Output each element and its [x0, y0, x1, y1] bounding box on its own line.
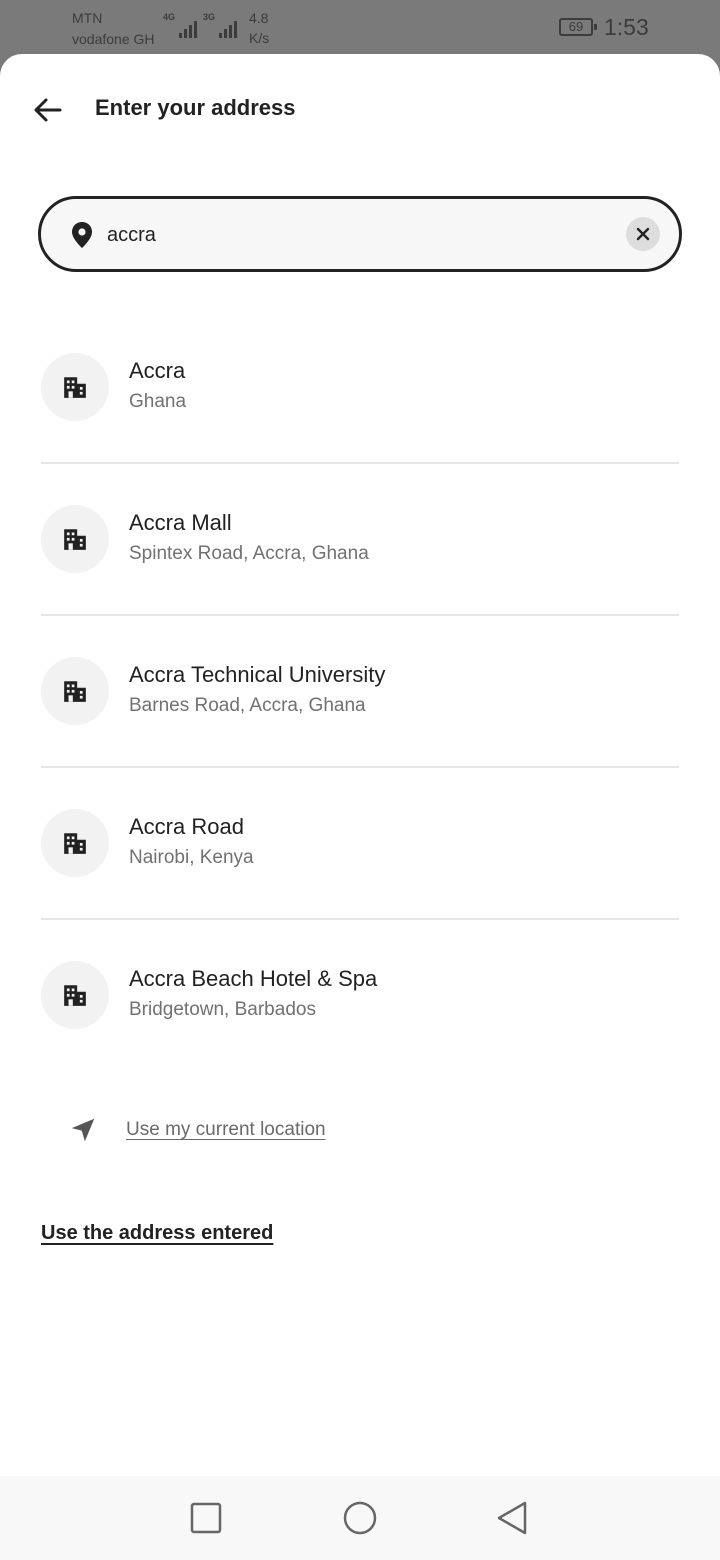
building-icon — [64, 681, 86, 702]
result-name: Accra Mall — [129, 510, 232, 535]
result-item[interactable]: Accra Beach Hotel & Spa Bridgetown, Barb… — [41, 940, 679, 1092]
back-button[interactable] — [30, 92, 66, 128]
search-results-list: Accra Ghana Accra Mall Spintex Road, Acc… — [41, 332, 679, 1092]
result-icon-circle — [41, 809, 109, 877]
home-button[interactable] — [342, 1500, 378, 1536]
result-icon-circle — [41, 961, 109, 1029]
result-icon-circle — [41, 505, 109, 573]
status-bar: MTN vodafone GH 4G 3G 4.8 K/s 69 1:53 — [0, 0, 720, 54]
result-detail: Barnes Road, Accra, Ghana — [129, 695, 366, 716]
recents-button[interactable] — [188, 1500, 224, 1536]
navigation-arrow-icon — [66, 1113, 100, 1147]
system-back-button[interactable] — [494, 1500, 530, 1536]
result-icon-circle — [41, 353, 109, 421]
use-current-location-label: Use my current location — [126, 1119, 326, 1140]
use-current-location-button[interactable]: Use my current location — [66, 1110, 326, 1150]
square-icon — [190, 1502, 222, 1534]
building-icon — [64, 377, 86, 398]
network-speed-value: 4.8 — [249, 10, 269, 26]
building-icon — [64, 529, 86, 550]
triangle-back-icon — [497, 1501, 527, 1535]
result-detail: Ghana — [129, 391, 187, 412]
system-nav-bar — [0, 1476, 720, 1560]
result-name: Accra Beach Hotel & Spa — [129, 966, 378, 991]
result-detail: Bridgetown, Barbados — [129, 999, 316, 1020]
result-name: Accra — [129, 358, 186, 383]
result-item[interactable]: Accra Technical University Barnes Road, … — [41, 636, 679, 788]
result-item[interactable]: Accra Mall Spintex Road, Accra, Ghana — [41, 484, 679, 636]
use-address-entered-link[interactable]: Use the address entered — [41, 1222, 273, 1245]
result-name: Accra Road — [129, 814, 244, 839]
page-title: Enter your address — [95, 95, 296, 120]
network-speed-unit: K/s — [249, 30, 270, 46]
network-type-1: 4G — [163, 12, 176, 22]
battery-icon: 69 — [559, 18, 597, 36]
building-icon — [64, 833, 86, 854]
network-speed: 4.8 K/s — [249, 8, 269, 48]
address-search-box — [38, 196, 682, 272]
divider — [41, 614, 679, 616]
signal-strength-1: 4G — [163, 12, 198, 38]
carrier-info: MTN vodafone GH — [72, 8, 155, 50]
clear-search-button[interactable] — [626, 217, 660, 251]
result-item[interactable]: Accra Ghana — [41, 332, 679, 484]
arrow-left-icon — [34, 98, 62, 122]
address-search-input[interactable] — [107, 217, 607, 253]
result-icon-circle — [41, 657, 109, 725]
location-pin-icon — [72, 222, 92, 248]
divider — [41, 766, 679, 768]
divider — [41, 462, 679, 464]
close-icon — [636, 227, 650, 241]
result-name: Accra Technical University — [129, 662, 386, 687]
clock: 1:53 — [604, 14, 649, 40]
signal-strength-2: 3G — [203, 12, 238, 38]
address-sheet: Enter your address Accra — [0, 54, 720, 1476]
battery-level: 69 — [568, 19, 584, 34]
result-detail: Nairobi, Kenya — [129, 847, 254, 868]
building-icon — [64, 985, 86, 1006]
circle-icon — [343, 1501, 377, 1535]
network-type-2: 3G — [203, 12, 216, 22]
carrier-name-2: vodafone GH — [72, 31, 155, 47]
result-item[interactable]: Accra Road Nairobi, Kenya — [41, 788, 679, 940]
divider — [41, 918, 679, 920]
result-detail: Spintex Road, Accra, Ghana — [129, 543, 369, 564]
carrier-name-1: MTN — [72, 10, 103, 26]
